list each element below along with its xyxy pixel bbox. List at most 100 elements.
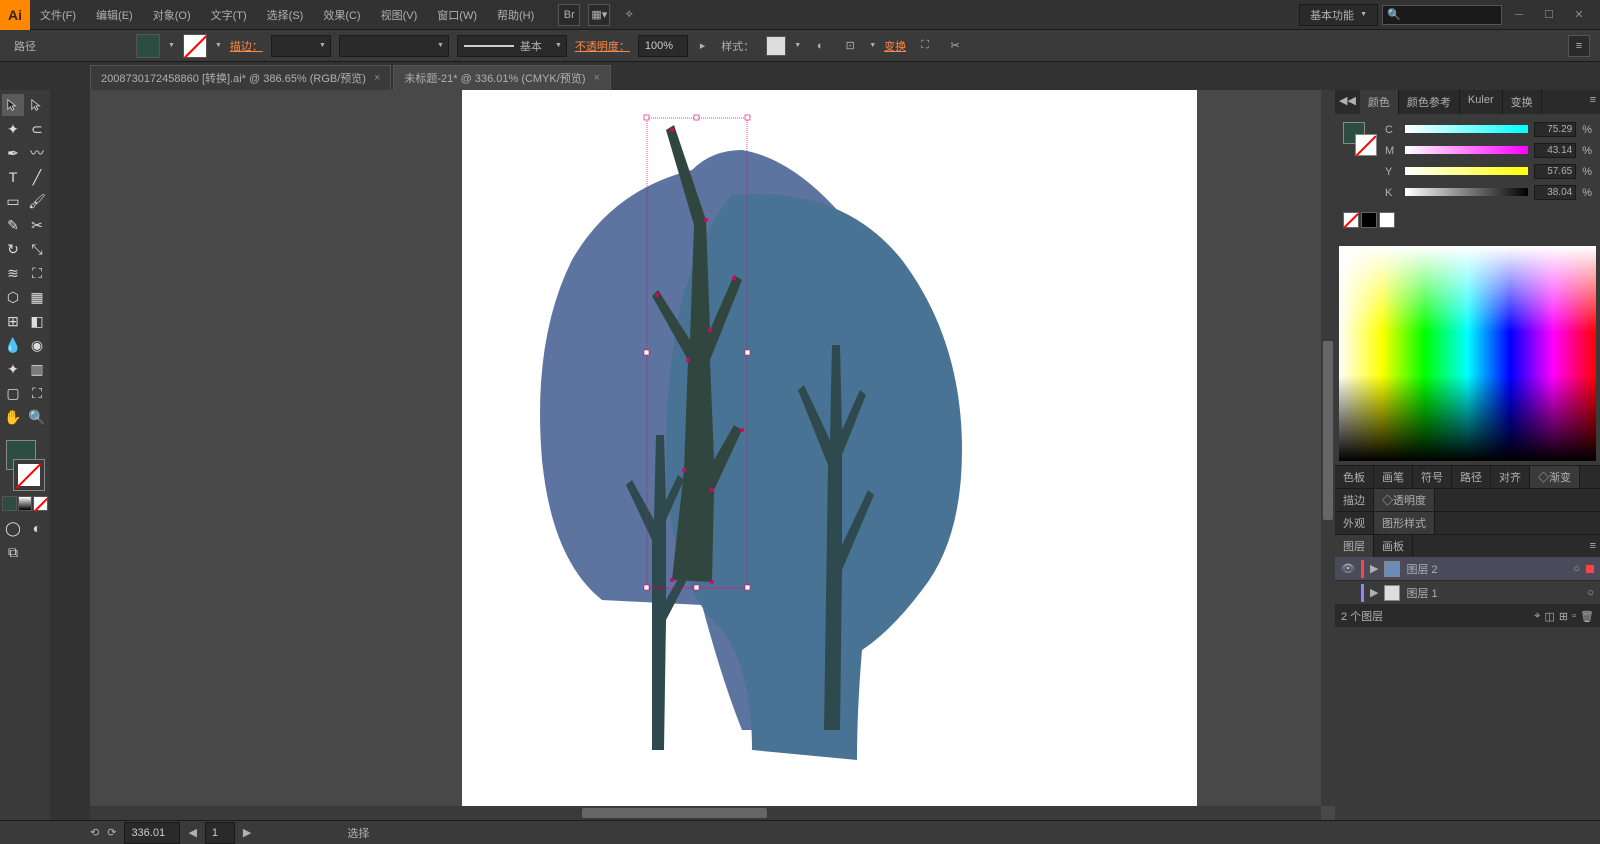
target-icon[interactable]: ○ bbox=[1587, 587, 1594, 599]
yellow-slider[interactable] bbox=[1405, 167, 1528, 177]
document-tab[interactable]: 2008730172458860 [转换].ai* @ 386.65% (RGB… bbox=[90, 65, 391, 90]
zoom-tool[interactable]: 🔍 bbox=[26, 406, 48, 428]
draw-mode-icon[interactable]: ◯ bbox=[2, 517, 24, 539]
fill-stroke-indicator[interactable] bbox=[2, 438, 48, 492]
chevron-down-icon[interactable]: ▼ bbox=[869, 42, 876, 49]
black-swatch[interactable] bbox=[1361, 212, 1377, 228]
fill-swatch[interactable] bbox=[136, 34, 160, 58]
visibility-icon[interactable]: 👁 bbox=[1341, 562, 1355, 575]
magic-wand-tool[interactable]: ✦ bbox=[2, 118, 24, 140]
menu-select[interactable]: 选择(S) bbox=[257, 0, 314, 30]
panel-menu-icon[interactable]: ≡ bbox=[1568, 35, 1590, 57]
stroke-style-dropdown[interactable]: 基本 bbox=[457, 35, 567, 57]
panel-tab[interactable]: 对齐 bbox=[1491, 466, 1530, 488]
transform-label[interactable]: 变换 bbox=[884, 38, 906, 54]
panel-menu-icon[interactable]: ≡ bbox=[1586, 90, 1600, 114]
slice-tool[interactable]: ⛶ bbox=[26, 382, 48, 404]
edit-clip-icon[interactable]: ✂ bbox=[944, 35, 966, 57]
shape-builder-tool[interactable]: ⬡ bbox=[2, 286, 24, 308]
panel-tab-color[interactable]: 颜色 bbox=[1360, 90, 1399, 114]
expand-icon[interactable]: ▶ bbox=[1370, 586, 1378, 599]
layer-name[interactable]: 图层 2 bbox=[1406, 561, 1567, 577]
new-layer-icon[interactable]: ▫ bbox=[1572, 610, 1576, 622]
bridge-icon[interactable]: Br bbox=[558, 4, 580, 26]
horizontal-scrollbar[interactable] bbox=[90, 806, 1321, 820]
symbol-sprayer-tool[interactable]: ✦ bbox=[2, 358, 24, 380]
menu-text[interactable]: 文字(T) bbox=[201, 0, 257, 30]
clip-icon[interactable]: ◫ bbox=[1545, 610, 1555, 623]
screen-mode-icon[interactable]: ⧉ bbox=[2, 541, 24, 563]
close-button[interactable]: ✕ bbox=[1566, 5, 1592, 25]
artboard-next-icon[interactable]: ▶ bbox=[243, 826, 251, 839]
pencil-tool[interactable]: ✎ bbox=[2, 214, 24, 236]
free-transform-tool[interactable]: ⛶ bbox=[26, 262, 48, 284]
stroke-swatch[interactable] bbox=[183, 34, 207, 58]
graph-tool[interactable]: ▥ bbox=[26, 358, 48, 380]
width-tool[interactable]: ≋ bbox=[2, 262, 24, 284]
scissors-tool[interactable]: ✂ bbox=[26, 214, 48, 236]
panel-tab[interactable]: ◇渐变 bbox=[1530, 466, 1580, 488]
rotate-tool[interactable]: ↻ bbox=[2, 238, 24, 260]
panel-tab[interactable]: ◇透明度 bbox=[1374, 489, 1435, 511]
menu-object[interactable]: 对象(O) bbox=[143, 0, 201, 30]
opacity-label[interactable]: 不透明度： bbox=[575, 38, 630, 54]
target-icon[interactable]: ○ bbox=[1573, 563, 1580, 575]
new-sublayer-icon[interactable]: ⊞ bbox=[1559, 610, 1568, 623]
graphic-style-swatch[interactable] bbox=[766, 36, 786, 56]
cyan-value[interactable]: 75.29 bbox=[1534, 122, 1576, 137]
panel-tab[interactable]: 路径 bbox=[1452, 466, 1491, 488]
brush-dropdown[interactable] bbox=[339, 35, 449, 57]
panel-menu-icon[interactable]: ≡ bbox=[1586, 536, 1600, 556]
menu-edit[interactable]: 编辑(E) bbox=[86, 0, 143, 30]
selection-tool[interactable] bbox=[2, 94, 24, 116]
delete-layer-icon[interactable]: 🗑 bbox=[1580, 610, 1594, 623]
maximize-button[interactable]: ☐ bbox=[1536, 5, 1562, 25]
color-spectrum[interactable] bbox=[1339, 246, 1596, 461]
search-input[interactable]: 🔍 bbox=[1382, 5, 1502, 25]
white-swatch[interactable] bbox=[1379, 212, 1395, 228]
color-mode-none[interactable] bbox=[33, 496, 48, 511]
menu-effect[interactable]: 效果(C) bbox=[313, 0, 370, 30]
type-tool[interactable]: T bbox=[2, 166, 24, 188]
document-tab[interactable]: 未标题-21* @ 336.01% (CMYK/预览) × bbox=[393, 65, 611, 90]
panel-tab-transform[interactable]: 变换 bbox=[1503, 90, 1542, 114]
panel-collapse-icon[interactable]: ◀◀ bbox=[1335, 90, 1360, 114]
panel-tab[interactable]: 画笔 bbox=[1374, 466, 1413, 488]
scale-tool[interactable]: ⤡ bbox=[26, 238, 48, 260]
panel-tab-layers[interactable]: 图层 bbox=[1335, 535, 1374, 557]
opacity-arrow[interactable]: ▶ bbox=[696, 42, 709, 50]
magenta-value[interactable]: 43.14 bbox=[1534, 143, 1576, 158]
close-tab-icon[interactable]: × bbox=[593, 72, 599, 84]
panel-tab-color-guide[interactable]: 颜色参考 bbox=[1399, 90, 1460, 114]
black-value[interactable]: 38.04 bbox=[1534, 185, 1576, 200]
rectangle-tool[interactable]: ▭ bbox=[2, 190, 24, 212]
stroke-label[interactable]: 描边： bbox=[230, 38, 263, 54]
eyedropper-tool[interactable]: 💧 bbox=[2, 334, 24, 356]
menu-window[interactable]: 窗口(W) bbox=[427, 0, 487, 30]
mesh-tool[interactable]: ⊞ bbox=[2, 310, 24, 332]
black-slider[interactable] bbox=[1405, 188, 1528, 198]
color-mode-gradient[interactable] bbox=[18, 496, 33, 511]
draw-behind-icon[interactable]: ◐ bbox=[26, 517, 48, 539]
stroke-weight-dropdown[interactable] bbox=[271, 35, 331, 57]
stroke-color-box[interactable] bbox=[14, 460, 44, 490]
menu-help[interactable]: 帮助(H) bbox=[487, 0, 544, 30]
stroke-preview[interactable] bbox=[1355, 134, 1377, 156]
chevron-down-icon[interactable]: ▼ bbox=[794, 42, 801, 49]
blend-tool[interactable]: ◉ bbox=[26, 334, 48, 356]
gradient-tool[interactable]: ◧ bbox=[26, 310, 48, 332]
color-mode-solid[interactable] bbox=[2, 496, 17, 511]
blob-brush-tool[interactable]: 〰 bbox=[26, 142, 48, 164]
chevron-down-icon[interactable]: ▼ bbox=[168, 42, 175, 49]
zoom-input[interactable]: 336.01 bbox=[124, 822, 180, 844]
arrange-icon[interactable]: ▦▾ bbox=[588, 4, 610, 26]
panel-tab[interactable]: 外观 bbox=[1335, 512, 1374, 534]
panel-tab[interactable]: 描边 bbox=[1335, 489, 1374, 511]
panel-tab[interactable]: 图形样式 bbox=[1374, 512, 1435, 534]
artboard-input[interactable]: 1 bbox=[205, 822, 235, 844]
perspective-tool[interactable]: ▦ bbox=[26, 286, 48, 308]
expand-icon[interactable]: ▶ bbox=[1370, 562, 1378, 575]
none-swatch[interactable] bbox=[1343, 212, 1359, 228]
panel-tab[interactable]: 符号 bbox=[1413, 466, 1452, 488]
pen-tool[interactable]: ✒ bbox=[2, 142, 24, 164]
